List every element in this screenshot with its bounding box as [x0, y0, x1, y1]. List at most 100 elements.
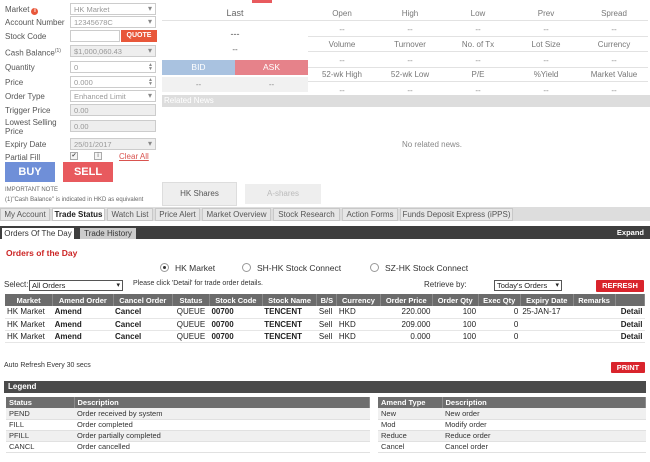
cancel-link[interactable]: Cancel [113, 318, 173, 331]
lowest-selling-label: Lowest Selling Price [5, 118, 57, 136]
related-news-header: Related News [162, 95, 650, 107]
trigger-price-label: Trigger Price [5, 106, 51, 115]
orders-table: Market Amend Order Cancel Order Status Stock… [5, 294, 645, 343]
quantity-stepper[interactable]: 0 ▲ ▼ [70, 61, 156, 73]
expiry-date-row: Expiry Date 25/01/2017 [5, 138, 156, 151]
detail-link[interactable]: Detail [615, 306, 645, 319]
ask-label: ASK [235, 60, 308, 75]
price-label: Price [5, 78, 24, 87]
trigger-price-input[interactable]: 0.00 [70, 104, 156, 116]
tab-watch-list[interactable]: Watch List [107, 208, 153, 221]
cash-balance-label: Cash Balance [5, 48, 55, 58]
market-select[interactable]: HK Market [70, 3, 156, 15]
tab-a-shares[interactable]: A-shares [245, 184, 321, 204]
auto-refresh-note: Auto Refresh Every 30 secs [4, 362, 91, 369]
quote-stat-label: Open [308, 6, 376, 21]
radio-sz-hk-connect[interactable]: SZ-HK Stock Connect [370, 263, 468, 273]
tab-hk-shares[interactable]: HK Shares [162, 182, 237, 206]
order-price-cell: 220.000 [380, 306, 433, 319]
stock-code-input[interactable] [70, 30, 120, 42]
radio-hk-market[interactable]: HK Market [160, 263, 215, 273]
cash-balance-note: (1)"Cash Balance" is indicated in HKD as… [5, 197, 144, 203]
buy-button[interactable]: BUY [5, 162, 55, 182]
no-news-message: No related news. [401, 140, 463, 149]
quote-stat-label: Currency [580, 37, 648, 52]
description-column-header: Description [442, 397, 646, 408]
quote-stat-value: -- [308, 22, 376, 37]
status-column-header: Status [6, 397, 75, 408]
select-label: Select: [4, 280, 29, 289]
column-header: Currency [336, 294, 381, 306]
legend-row: FILL Order completed [6, 419, 370, 431]
expand-button[interactable]: Expand [617, 227, 644, 238]
column-header: Stock Code [209, 294, 263, 306]
tab-my-account[interactable]: My Account [0, 208, 50, 221]
expiry-date-select[interactable]: 25/01/2017 [70, 138, 156, 150]
tab-funds-deposit-express-ipps[interactable]: Funds Deposit Express (iPPS) [400, 208, 513, 221]
bs-cell: Sell [316, 330, 337, 343]
orders-title: Orders of the Day [6, 248, 78, 258]
amend-link[interactable]: Amend [52, 318, 114, 331]
tab-stock-research[interactable]: Stock Research [273, 208, 340, 221]
detail-link[interactable]: Detail [615, 318, 645, 331]
order-qty-cell: 100 [432, 330, 479, 343]
currency-cell: HKD [336, 306, 381, 319]
tab-trade-status[interactable]: Trade Status [52, 208, 105, 221]
tab-market-overview[interactable]: Market Overview [202, 208, 271, 221]
quote-button[interactable]: QUOTE [121, 30, 157, 42]
bid-label: BID [162, 60, 235, 75]
partial-fill-checkbox[interactable]: ✔ [70, 152, 78, 160]
orders-table-header: Market Amend Order Cancel Order Status Stock… [5, 294, 645, 306]
radio-icon[interactable] [370, 263, 379, 272]
detail-link[interactable]: Detail [615, 330, 645, 343]
legend-header: Legend [4, 381, 646, 393]
last-label: Last [226, 8, 244, 18]
stepper-arrows-icon[interactable]: ▲ ▼ [148, 63, 153, 72]
tab-orders-of-the-day[interactable]: Orders Of The Day [2, 228, 74, 239]
cancel-link[interactable]: Cancel [113, 306, 173, 319]
expiry-date-cell: 25-JAN-17 [520, 306, 574, 319]
status-cell: QUEUE [172, 318, 210, 331]
radio-selected-icon[interactable] [160, 263, 169, 272]
quote-stat-value: -- [376, 53, 444, 68]
order-qty-cell: 100 [432, 318, 479, 331]
main-nav-tabs: My Account Trade Status Watch List Price Al… [0, 207, 650, 221]
column-header: Cancel Order [113, 294, 173, 306]
info-icon[interactable]: i [31, 8, 39, 15]
print-button[interactable]: PRINT [611, 362, 645, 373]
amend-link[interactable]: Amend [52, 330, 114, 343]
order-price-cell: 0.000 [380, 330, 433, 343]
legend-code: PFILL [6, 430, 74, 442]
quote-stat-label: Market Value [580, 67, 648, 82]
order-type-select[interactable]: Enhanced Limit [70, 90, 156, 102]
legend-code: New [378, 408, 442, 420]
legend-description: Reduce order [442, 430, 646, 442]
clear-all-link[interactable]: Clear All [119, 152, 149, 161]
amend-link[interactable]: Amend [52, 306, 114, 319]
order-filter-select[interactable]: All Orders [29, 280, 123, 291]
quote-stat-label: Low [444, 6, 512, 21]
table-row: HK Market Amend Cancel QUEUE 00700 TENCENT Sel… [5, 306, 645, 319]
tab-action-forms[interactable]: Action Forms [342, 208, 398, 221]
lowest-selling-input[interactable]: 0.00 [70, 120, 156, 132]
bs-cell: Sell [316, 306, 337, 319]
quote-stat-label: %Yield [512, 67, 580, 82]
tab-price-alert[interactable]: Price Alert [155, 208, 200, 221]
orders-table-body: HK Market Amend Cancel QUEUE 00700 TENCENT Sel… [5, 306, 645, 343]
cancel-link[interactable]: Cancel [113, 330, 173, 343]
refresh-button[interactable]: REFRESH [596, 280, 644, 292]
price-stepper[interactable]: 0.000 ▲ ▼ [70, 76, 156, 88]
info-icon[interactable]: i [94, 152, 102, 160]
quote-stat-value: -- [512, 53, 580, 68]
radio-sh-hk-connect[interactable]: SH-HK Stock Connect [242, 263, 341, 273]
cash-balance-select[interactable]: $1,000,060.43 [70, 45, 156, 57]
radio-icon[interactable] [242, 263, 251, 272]
retrieve-select[interactable]: Today's Orders [494, 280, 562, 291]
sell-button[interactable]: SELL [63, 162, 113, 182]
legend-row: Mod Modify order [378, 419, 646, 431]
tab-trade-history[interactable]: Trade History [80, 228, 136, 239]
legend-code: PEND [6, 408, 74, 420]
stepper-arrows-icon[interactable]: ▲ ▼ [148, 78, 153, 87]
currency-cell: HKD [336, 330, 381, 343]
account-select[interactable]: 12345678C [70, 16, 156, 28]
